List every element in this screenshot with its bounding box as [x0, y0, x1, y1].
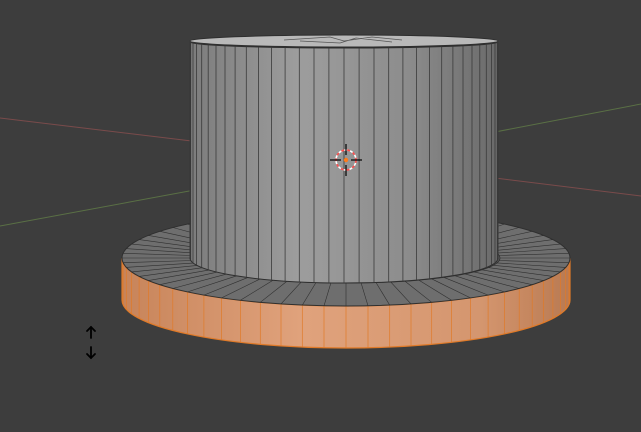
- arrow-up-icon: [86, 325, 96, 339]
- arrow-down-icon: [86, 346, 96, 360]
- 3d-viewport[interactable]: [0, 0, 641, 432]
- scene-canvas[interactable]: [0, 0, 641, 432]
- grid-axis-y-right: [494, 103, 641, 133]
- grid-axis-x-left: [0, 117, 201, 143]
- grid-axis-x-right: [494, 177, 641, 197]
- vertical-arrows-icon[interactable]: [82, 324, 100, 364]
